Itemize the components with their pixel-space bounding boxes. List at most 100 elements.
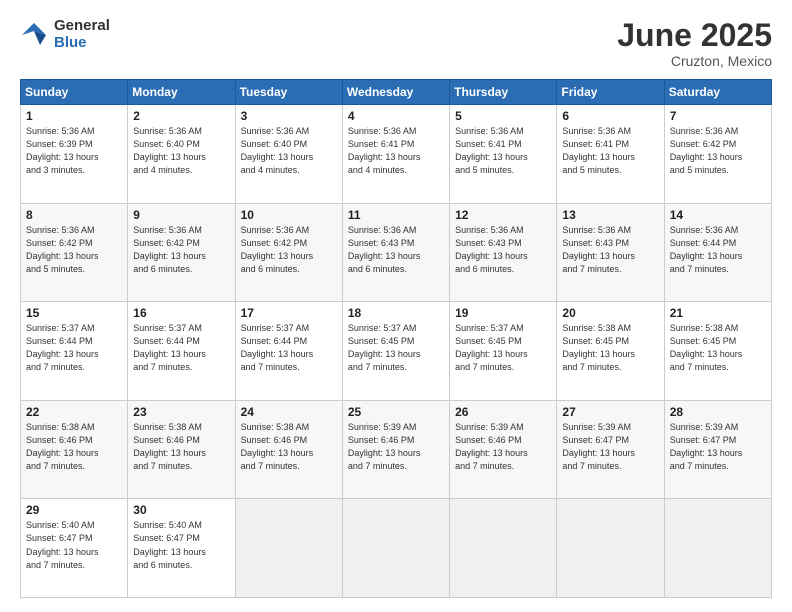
table-row: 13Sunrise: 5:36 AMSunset: 6:43 PMDayligh… [557, 203, 664, 302]
day-info: Sunrise: 5:39 AMSunset: 6:46 PMDaylight:… [348, 421, 444, 473]
day-info: Sunrise: 5:38 AMSunset: 6:46 PMDaylight:… [241, 421, 337, 473]
day-number: 24 [241, 405, 337, 419]
day-number: 4 [348, 109, 444, 123]
table-row: 30 Sunrise: 5:40 AMSunset: 6:47 PMDayligh… [128, 499, 235, 598]
table-row: 14 Sunrise: 5:36 AMSunset: 6:44 PMDayligh… [664, 203, 771, 302]
table-row: 24 Sunrise: 5:38 AMSunset: 6:46 PMDayligh… [235, 400, 342, 499]
day-info: Sunrise: 5:36 AMSunset: 6:42 PMDaylight:… [26, 224, 122, 276]
table-row: 25 Sunrise: 5:39 AMSunset: 6:46 PMDayligh… [342, 400, 449, 499]
day-info: Sunrise: 5:37 AMSunset: 6:44 PMDaylight:… [241, 322, 337, 374]
table-row: 19 Sunrise: 5:37 AMSunset: 6:45 PMDayligh… [450, 302, 557, 401]
day-number: 8 [26, 208, 122, 222]
location: Cruzton, Mexico [617, 53, 772, 69]
day-number: 17 [241, 306, 337, 320]
table-row: 2Sunrise: 5:36 AMSunset: 6:40 PMDaylight… [128, 105, 235, 204]
top-section: General Blue June 2025 Cruzton, Mexico [20, 18, 772, 69]
day-info: Sunrise: 5:38 AMSunset: 6:45 PMDaylight:… [562, 322, 658, 374]
day-number: 15 [26, 306, 122, 320]
table-row: 26 Sunrise: 5:39 AMSunset: 6:46 PMDayligh… [450, 400, 557, 499]
day-number: 20 [562, 306, 658, 320]
table-row: 29 Sunrise: 5:40 AMSunset: 6:47 PMDayligh… [21, 499, 128, 598]
day-number: 26 [455, 405, 551, 419]
table-row: 12 Sunrise: 5:36 AMSunset: 6:43 PMDayligh… [450, 203, 557, 302]
day-info: Sunrise: 5:36 AMSunset: 6:40 PMDaylight:… [241, 125, 337, 177]
day-number: 28 [670, 405, 766, 419]
day-number: 6 [562, 109, 658, 123]
day-info: Sunrise: 5:39 AMSunset: 6:47 PMDaylight:… [562, 421, 658, 473]
table-row: 27Sunrise: 5:39 AMSunset: 6:47 PMDayligh… [557, 400, 664, 499]
col-sunday: Sunday [21, 80, 128, 105]
day-info: Sunrise: 5:40 AMSunset: 6:47 PMDaylight:… [26, 519, 122, 571]
col-saturday: Saturday [664, 80, 771, 105]
logo-general-text: General [54, 18, 110, 35]
table-row: 15 Sunrise: 5:37 AMSunset: 6:44 PMDayligh… [21, 302, 128, 401]
day-number: 16 [133, 306, 229, 320]
col-monday: Monday [128, 80, 235, 105]
title-section: June 2025 Cruzton, Mexico [617, 18, 772, 69]
day-info: Sunrise: 5:38 AMSunset: 6:46 PMDaylight:… [26, 421, 122, 473]
col-thursday: Thursday [450, 80, 557, 105]
day-number: 29 [26, 503, 122, 517]
table-row [450, 499, 557, 598]
calendar-week-row: 22 Sunrise: 5:38 AMSunset: 6:46 PMDayligh… [21, 400, 772, 499]
day-number: 10 [241, 208, 337, 222]
day-number: 3 [241, 109, 337, 123]
day-info: Sunrise: 5:38 AMSunset: 6:45 PMDaylight:… [670, 322, 766, 374]
day-info: Sunrise: 5:36 AMSunset: 6:43 PMDaylight:… [455, 224, 551, 276]
table-row: 9 Sunrise: 5:36 AMSunset: 6:42 PMDaylight… [128, 203, 235, 302]
table-row: 16 Sunrise: 5:37 AMSunset: 6:44 PMDayligh… [128, 302, 235, 401]
day-number: 14 [670, 208, 766, 222]
day-number: 18 [348, 306, 444, 320]
month-title: June 2025 [617, 18, 772, 53]
day-info: Sunrise: 5:36 AMSunset: 6:43 PMDaylight:… [348, 224, 444, 276]
day-number: 12 [455, 208, 551, 222]
logo-icon [20, 21, 48, 49]
day-info: Sunrise: 5:38 AMSunset: 6:46 PMDaylight:… [133, 421, 229, 473]
day-info: Sunrise: 5:36 AMSunset: 6:42 PMDaylight:… [241, 224, 337, 276]
table-row: 28Sunrise: 5:39 AMSunset: 6:47 PMDayligh… [664, 400, 771, 499]
calendar-table: Sunday Monday Tuesday Wednesday Thursday… [20, 79, 772, 598]
day-number: 23 [133, 405, 229, 419]
day-info: Sunrise: 5:36 AMSunset: 6:41 PMDaylight:… [455, 125, 551, 177]
calendar-week-row: 15 Sunrise: 5:37 AMSunset: 6:44 PMDayligh… [21, 302, 772, 401]
day-number: 19 [455, 306, 551, 320]
day-number: 7 [670, 109, 766, 123]
day-info: Sunrise: 5:37 AMSunset: 6:44 PMDaylight:… [26, 322, 122, 374]
day-number: 22 [26, 405, 122, 419]
day-number: 25 [348, 405, 444, 419]
table-row: 6Sunrise: 5:36 AMSunset: 6:41 PMDaylight… [557, 105, 664, 204]
table-row: 11 Sunrise: 5:36 AMSunset: 6:43 PMDayligh… [342, 203, 449, 302]
calendar-header-row: Sunday Monday Tuesday Wednesday Thursday… [21, 80, 772, 105]
table-row: 18 Sunrise: 5:37 AMSunset: 6:45 PMDayligh… [342, 302, 449, 401]
table-row: 7Sunrise: 5:36 AMSunset: 6:42 PMDaylight… [664, 105, 771, 204]
col-wednesday: Wednesday [342, 80, 449, 105]
table-row: 4 Sunrise: 5:36 AMSunset: 6:41 PMDaylight… [342, 105, 449, 204]
table-row: 21 Sunrise: 5:38 AMSunset: 6:45 PMDayligh… [664, 302, 771, 401]
table-row: 5Sunrise: 5:36 AMSunset: 6:41 PMDaylight… [450, 105, 557, 204]
day-info: Sunrise: 5:40 AMSunset: 6:47 PMDaylight:… [133, 519, 229, 571]
table-row [557, 499, 664, 598]
table-row: 20 Sunrise: 5:38 AMSunset: 6:45 PMDayligh… [557, 302, 664, 401]
col-tuesday: Tuesday [235, 80, 342, 105]
day-info: Sunrise: 5:36 AMSunset: 6:43 PMDaylight:… [562, 224, 658, 276]
day-info: Sunrise: 5:36 AMSunset: 6:42 PMDaylight:… [133, 224, 229, 276]
day-number: 2 [133, 109, 229, 123]
table-row: 10 Sunrise: 5:36 AMSunset: 6:42 PMDayligh… [235, 203, 342, 302]
calendar-week-row: 1Sunrise: 5:36 AMSunset: 6:39 PMDaylight… [21, 105, 772, 204]
table-row [235, 499, 342, 598]
day-info: Sunrise: 5:37 AMSunset: 6:45 PMDaylight:… [455, 322, 551, 374]
day-info: Sunrise: 5:39 AMSunset: 6:46 PMDaylight:… [455, 421, 551, 473]
table-row: 17 Sunrise: 5:37 AMSunset: 6:44 PMDayligh… [235, 302, 342, 401]
day-number: 30 [133, 503, 229, 517]
table-row [664, 499, 771, 598]
day-info: Sunrise: 5:36 AMSunset: 6:41 PMDaylight:… [348, 125, 444, 177]
table-row: 1Sunrise: 5:36 AMSunset: 6:39 PMDaylight… [21, 105, 128, 204]
day-info: Sunrise: 5:37 AMSunset: 6:45 PMDaylight:… [348, 322, 444, 374]
col-friday: Friday [557, 80, 664, 105]
day-number: 9 [133, 208, 229, 222]
day-info: Sunrise: 5:36 AMSunset: 6:44 PMDaylight:… [670, 224, 766, 276]
day-number: 21 [670, 306, 766, 320]
day-info: Sunrise: 5:37 AMSunset: 6:44 PMDaylight:… [133, 322, 229, 374]
day-number: 11 [348, 208, 444, 222]
calendar-week-row: 29 Sunrise: 5:40 AMSunset: 6:47 PMDayligh… [21, 499, 772, 598]
